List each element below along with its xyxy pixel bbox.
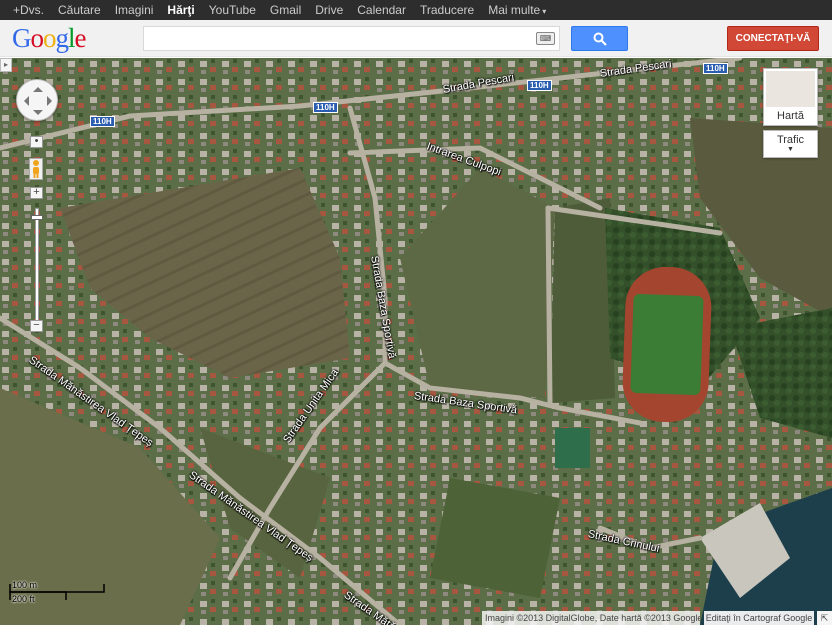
search-input[interactable]: ⌨ xyxy=(143,26,560,51)
gbar-item-search[interactable]: Căutare xyxy=(51,3,108,17)
pan-down-icon[interactable] xyxy=(33,110,43,120)
map-type-button[interactable]: Hartă xyxy=(763,68,818,126)
edit-in-map-maker-link[interactable]: Editaţi în Cartograf Google xyxy=(704,611,814,625)
overview-toggle-icon[interactable]: ⇱ xyxy=(817,611,832,625)
gbar-item-images[interactable]: Imagini xyxy=(108,3,161,17)
zoom-slider[interactable] xyxy=(31,208,43,321)
scale-imperial: 200 ft xyxy=(12,594,35,604)
gbar-item-plus[interactable]: +Dvs. xyxy=(6,3,51,17)
map-thumbnail xyxy=(766,71,815,107)
search-icon xyxy=(593,32,607,46)
logo-letter: o xyxy=(43,23,56,53)
road-shield: 110H xyxy=(313,102,338,113)
logo-letter: e xyxy=(74,23,87,53)
zoom-slider-thumb[interactable] xyxy=(31,215,43,220)
traffic-button[interactable]: Trafic ▼ xyxy=(763,130,818,158)
chevron-down-icon: ▾ xyxy=(542,7,547,16)
google-bar: +Dvs. Căutare Imagini Hărţi YouTube Gmai… xyxy=(0,0,832,20)
gbar-item-gmail[interactable]: Gmail xyxy=(263,3,308,17)
pan-left-icon[interactable] xyxy=(19,96,29,106)
traffic-label: Trafic xyxy=(776,134,805,146)
logo-letter: o xyxy=(30,23,44,53)
road-shield: 110H xyxy=(527,80,552,91)
google-logo[interactable]: Google xyxy=(12,23,86,53)
keyboard-icon[interactable]: ⌨ xyxy=(536,32,555,45)
gbar-item-calendar[interactable]: Calendar xyxy=(350,3,413,17)
map-canvas[interactable]: Strada Pescari Strada Pescari Intrarea C… xyxy=(0,58,832,625)
chevron-down-icon: ▼ xyxy=(787,146,794,153)
gbar-item-maps[interactable]: Hărţi xyxy=(160,3,201,17)
logo-letter: g xyxy=(55,23,69,53)
zoom-out-button[interactable]: − xyxy=(30,320,43,332)
gbar-item-youtube[interactable]: YouTube xyxy=(202,3,263,17)
pan-right-icon[interactable] xyxy=(47,96,57,106)
pegman-icon[interactable] xyxy=(29,158,43,180)
search-button[interactable] xyxy=(571,26,628,51)
reset-view-icon[interactable]: • xyxy=(30,136,43,148)
side-panel-toggle[interactable]: ▸ xyxy=(0,58,12,72)
road-shield: 110H xyxy=(703,63,728,74)
pan-control[interactable] xyxy=(16,79,58,121)
map-attribution: Imagini ©2013 DigitalGlobe, Date hartă ©… xyxy=(482,611,700,625)
person-icon xyxy=(33,160,39,178)
scale-bar: 100 m 200 ft xyxy=(8,580,108,606)
gbar-more-label: Mai multe xyxy=(488,3,541,17)
gbar-item-translate[interactable]: Traducere xyxy=(413,3,481,17)
road-shield: 110H xyxy=(90,116,115,127)
zoom-in-button[interactable]: + xyxy=(30,187,43,199)
header: Google ⌨ CONECTAŢI-VĂ xyxy=(0,20,832,57)
signin-button[interactable]: CONECTAŢI-VĂ xyxy=(727,26,819,51)
satellite-imagery xyxy=(0,58,832,625)
gbar-item-drive[interactable]: Drive xyxy=(308,3,350,17)
map-type-label: Hartă xyxy=(777,110,804,122)
pan-up-icon[interactable] xyxy=(33,82,43,92)
gbar-item-more[interactable]: Mai multe ▾ xyxy=(481,3,553,17)
logo-letter: G xyxy=(12,23,31,53)
